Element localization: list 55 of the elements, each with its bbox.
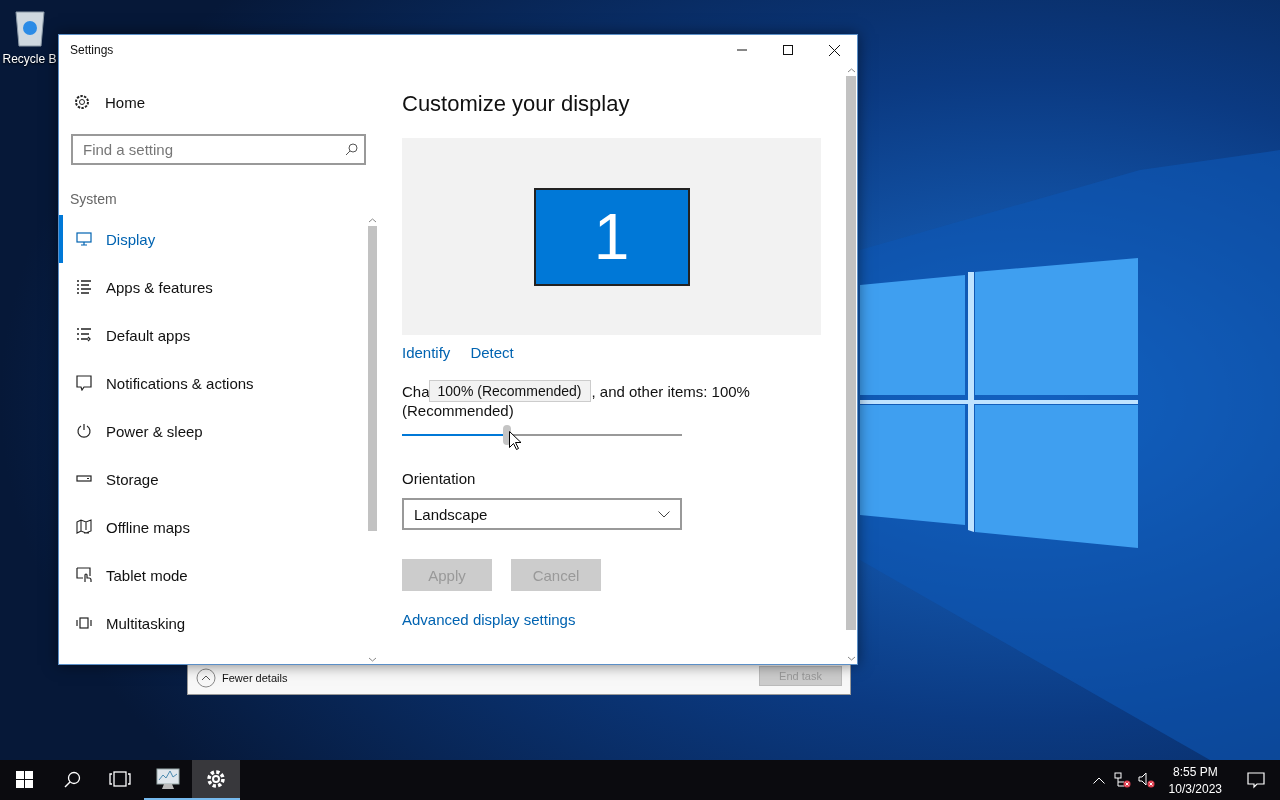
list-icon: [76, 279, 92, 295]
map-icon: [76, 519, 92, 535]
orientation-label: Orientation: [402, 470, 477, 489]
scale-label: Cha: [402, 382, 430, 400]
nav-item[interactable]: Offline maps: [59, 503, 367, 551]
nav-item[interactable]: Notifications & actions: [59, 359, 367, 407]
window-icon: [76, 615, 92, 631]
window-title: Settings: [69, 43, 115, 57]
maximize-icon: [783, 45, 793, 55]
scale-label: , and other items: 100%: [591, 382, 750, 400]
nav-item[interactable]: Tablet mode: [59, 551, 367, 599]
monitor-tile[interactable]: 1: [533, 187, 690, 286]
search-icon: [345, 143, 358, 156]
close-icon: [828, 44, 840, 56]
text-link[interactable]: Detect: [470, 342, 514, 362]
settings-taskbar-button[interactable]: [192, 760, 240, 800]
search-icon: [63, 770, 81, 788]
speech-bubble-icon: [76, 375, 92, 391]
nav-item[interactable]: Power & sleep: [59, 407, 367, 455]
scrollbar[interactable]: [367, 215, 378, 664]
desktop-icon-label: Recycle B: [2, 52, 57, 66]
gear-icon: [206, 769, 226, 789]
nav-item[interactable]: Multitasking: [59, 599, 367, 647]
nav-item[interactable]: Apps & features: [59, 263, 367, 311]
home-nav-item[interactable]: Home: [59, 84, 378, 120]
chevron-up-icon: [196, 668, 216, 688]
network-icon: [1113, 772, 1132, 788]
tablet-icon: [76, 567, 92, 583]
advanced-settings-link[interactable]: Advanced display settings: [402, 611, 576, 628]
tooltip: 100% (Recommended): [428, 380, 591, 402]
list-icon: [76, 327, 92, 343]
gear-icon: [74, 94, 90, 110]
speech-bubble-icon: [1247, 771, 1265, 789]
section-label: System: [70, 191, 118, 209]
cursor-icon: [509, 431, 521, 450]
text-link[interactable]: Identify: [402, 342, 451, 362]
monitor-icon: [76, 231, 92, 247]
chevron-down-icon: [658, 510, 670, 518]
fewer-details-button[interactable]: Fewer details: [196, 668, 288, 688]
power-icon: [76, 423, 92, 439]
clock[interactable]: 8:55 PM 10/3/2023: [1158, 764, 1232, 796]
scrollbar[interactable]: [845, 65, 857, 664]
nav-item[interactable]: Default apps: [59, 311, 367, 359]
search-field[interactable]: Find a setting: [71, 134, 366, 165]
scroll-down-icon[interactable]: [368, 655, 377, 664]
monitor-chart-icon: [156, 768, 180, 790]
nav-item[interactable]: Storage: [59, 455, 367, 503]
scale-slider[interactable]: [402, 423, 682, 451]
scale-label: (Recommended): [402, 402, 515, 421]
chevron-up-icon: [1092, 776, 1105, 784]
speaker-icon: [1137, 772, 1156, 788]
task-view-icon: [109, 771, 131, 787]
page-heading: Customize your display: [402, 91, 631, 118]
orientation-dropdown[interactable]: Landscape: [402, 498, 682, 530]
windows-logo-icon: [15, 770, 33, 788]
